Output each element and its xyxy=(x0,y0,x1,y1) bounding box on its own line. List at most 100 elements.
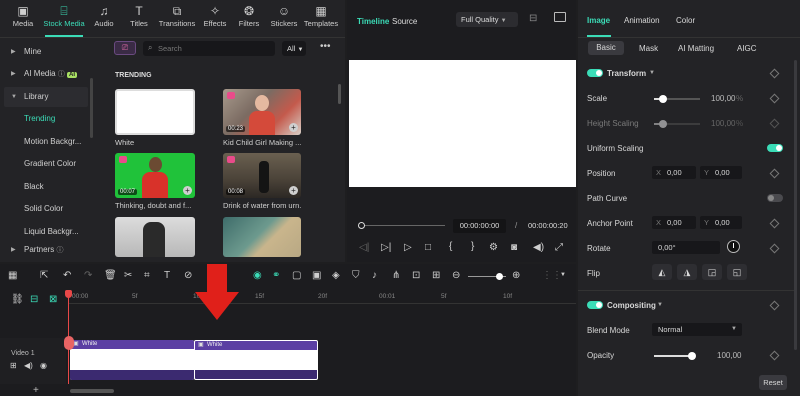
tab-filters[interactable]: ❂ Filters xyxy=(232,4,266,28)
add-icon[interactable]: + xyxy=(33,385,39,396)
play-icon[interactable]: ▷ xyxy=(404,242,412,253)
path-curve-toggle[interactable] xyxy=(767,194,783,202)
media-item-kid-child[interactable]: 00:23 + xyxy=(223,89,301,135)
compositing-toggle[interactable] xyxy=(587,301,603,309)
tab-transitions[interactable]: ⧉ Transitions xyxy=(157,4,197,28)
link-icon[interactable]: ⛓ xyxy=(11,294,24,305)
video-clip[interactable]: ▣ White xyxy=(70,340,194,380)
track-mute-icon[interactable]: ◀) xyxy=(24,361,33,370)
transform-toggle[interactable] xyxy=(587,69,603,77)
rotate-field[interactable]: 0,00° xyxy=(652,241,720,254)
preview-canvas[interactable] xyxy=(349,60,576,187)
tab-stickers[interactable]: ☺ Stickers xyxy=(267,4,301,28)
select-tool-icon[interactable]: ⇱ xyxy=(40,270,48,281)
inspector-scrollbar[interactable] xyxy=(794,60,797,350)
scale-value[interactable]: 100,00 xyxy=(711,94,735,103)
compare-view-icon[interactable]: ⊟ xyxy=(529,13,537,24)
ai-tool-icon[interactable]: ◉ xyxy=(253,270,262,281)
add-track-icon[interactable]: ⊟ xyxy=(30,294,38,305)
image-icon[interactable]: ▣ xyxy=(312,270,321,281)
zoom-in-icon[interactable]: ⊕ xyxy=(512,270,520,281)
sidebar-scrollbar[interactable] xyxy=(90,78,93,138)
opacity-slider[interactable] xyxy=(654,352,696,360)
render-icon[interactable]: ⊞ xyxy=(432,270,440,281)
playhead-handle[interactable] xyxy=(65,290,72,298)
sidebar-item-gradient-color[interactable]: Gradient Color xyxy=(4,154,88,174)
rotate-dial-icon[interactable] xyxy=(727,240,740,253)
more-tools-icon[interactable]: ⊘ xyxy=(184,270,192,281)
track-lock-icon[interactable]: ⊞ xyxy=(10,361,17,370)
mark-out-icon[interactable]: } xyxy=(471,241,474,252)
shield-icon[interactable]: ⛉ xyxy=(352,270,360,281)
anchor-x-field[interactable]: X 0,00 xyxy=(652,216,696,229)
text-icon[interactable]: T xyxy=(164,270,170,281)
sidebar-item-motion-backgrounds[interactable]: Motion Backgr... xyxy=(4,132,88,152)
tab-stock-media[interactable]: ⌸ Stock Media xyxy=(42,4,86,28)
mic-icon[interactable]: ♪ xyxy=(372,270,377,281)
render-settings-icon[interactable]: ⚙ xyxy=(489,242,498,253)
subtab-mask[interactable]: Mask xyxy=(639,44,658,53)
add-icon[interactable]: + xyxy=(289,186,298,195)
flip-vertical-button[interactable]: ◮ xyxy=(677,264,697,280)
tab-media[interactable]: ▣ Media xyxy=(6,4,40,28)
sidebar-item-solid-color[interactable]: Solid Color xyxy=(4,199,88,219)
previous-frame-icon[interactable]: ◁| xyxy=(359,242,369,253)
tab-audio[interactable]: ♫ Audio xyxy=(87,4,121,28)
premium-filter-button[interactable]: ⎚ xyxy=(114,41,136,55)
step-forward-icon[interactable]: ▷| xyxy=(381,242,391,253)
tab-color[interactable]: Color xyxy=(676,16,695,25)
quality-dropdown[interactable]: Full Quality ▼ xyxy=(456,12,518,27)
flip-horizontal-button[interactable]: ◭ xyxy=(652,264,672,280)
sidebar-item-partners[interactable]: ▶ Partners ⓘ xyxy=(4,240,88,260)
search-input[interactable]: Search xyxy=(158,44,182,53)
tab-titles[interactable]: T Titles xyxy=(122,4,156,28)
uniform-scaling-toggle[interactable] xyxy=(767,144,783,152)
media-item-drink-water[interactable]: 00:08 + xyxy=(223,153,301,198)
tab-templates[interactable]: ▦ Templates xyxy=(302,4,340,28)
tab-timeline[interactable]: Timeline xyxy=(357,17,389,26)
delete-icon[interactable]: 🗑 xyxy=(104,270,117,281)
snapshot-image-icon[interactable] xyxy=(554,12,566,22)
fullscreen-icon[interactable]: ⤢ xyxy=(555,242,563,253)
split-icon[interactable]: ✂ xyxy=(124,270,132,281)
sidebar-item-trending[interactable]: Trending xyxy=(4,109,88,129)
media-item-aerial-shore[interactable] xyxy=(223,217,301,257)
volume-icon[interactable]: ◀) xyxy=(533,242,544,253)
tab-source[interactable]: Source xyxy=(392,17,417,26)
reset-button[interactable]: Reset xyxy=(759,375,787,390)
tab-animation[interactable]: Animation xyxy=(624,16,660,25)
camera-snapshot-icon[interactable]: ◙ xyxy=(511,242,517,253)
timeline-scrollbar[interactable] xyxy=(70,389,114,393)
rotate-left-button[interactable]: ◲ xyxy=(702,264,722,280)
crop-icon[interactable]: ⌗ xyxy=(144,270,150,281)
tab-effects[interactable]: ✧ Effects xyxy=(198,4,232,28)
magnetic-icon[interactable]: ⚭ xyxy=(272,270,280,281)
subtab-ai-matting[interactable]: AI Matting xyxy=(678,44,714,53)
undo-icon[interactable]: ↶ xyxy=(63,270,71,281)
video-clip-selected[interactable]: ▣ White xyxy=(194,340,318,380)
more-options-icon[interactable]: ••• xyxy=(320,41,331,52)
track-visibility-icon[interactable]: ◉ xyxy=(40,361,47,370)
zoom-out-icon[interactable]: ⊖ xyxy=(452,270,460,281)
zoom-slider[interactable] xyxy=(468,273,506,280)
search-box[interactable]: ⌕ Search xyxy=(143,41,275,56)
browser-scrollbar[interactable] xyxy=(338,84,341,104)
filter-dropdown[interactable]: All ▼ xyxy=(282,41,306,56)
subtab-aigc[interactable]: AIGC xyxy=(737,44,757,53)
sidebar-item-liquid-backgrounds[interactable]: Liquid Backgr... xyxy=(4,222,88,242)
auto-highlight-icon[interactable]: ▢ xyxy=(292,270,301,281)
media-item-person[interactable] xyxy=(115,217,195,257)
chevron-down-icon[interactable]: ▼ xyxy=(657,302,663,308)
anchor-y-field[interactable]: Y 0,00 xyxy=(700,216,742,229)
track-options-icon[interactable]: ⊠ xyxy=(49,294,57,305)
add-icon[interactable]: + xyxy=(289,123,298,132)
blend-mode-dropdown[interactable]: Normal ▼ xyxy=(652,323,742,336)
playback-scrubber[interactable] xyxy=(358,222,445,229)
redo-icon[interactable]: ↷ xyxy=(84,270,92,281)
sidebar-item-library[interactable]: ▼ Library xyxy=(4,87,88,107)
mark-in-icon[interactable]: { xyxy=(449,241,452,252)
rotate-right-button[interactable]: ◱ xyxy=(727,264,747,280)
position-x-field[interactable]: X 0,00 xyxy=(652,166,696,179)
opacity-value[interactable]: 100,00 xyxy=(717,351,741,360)
tab-image[interactable]: Image xyxy=(587,16,610,25)
